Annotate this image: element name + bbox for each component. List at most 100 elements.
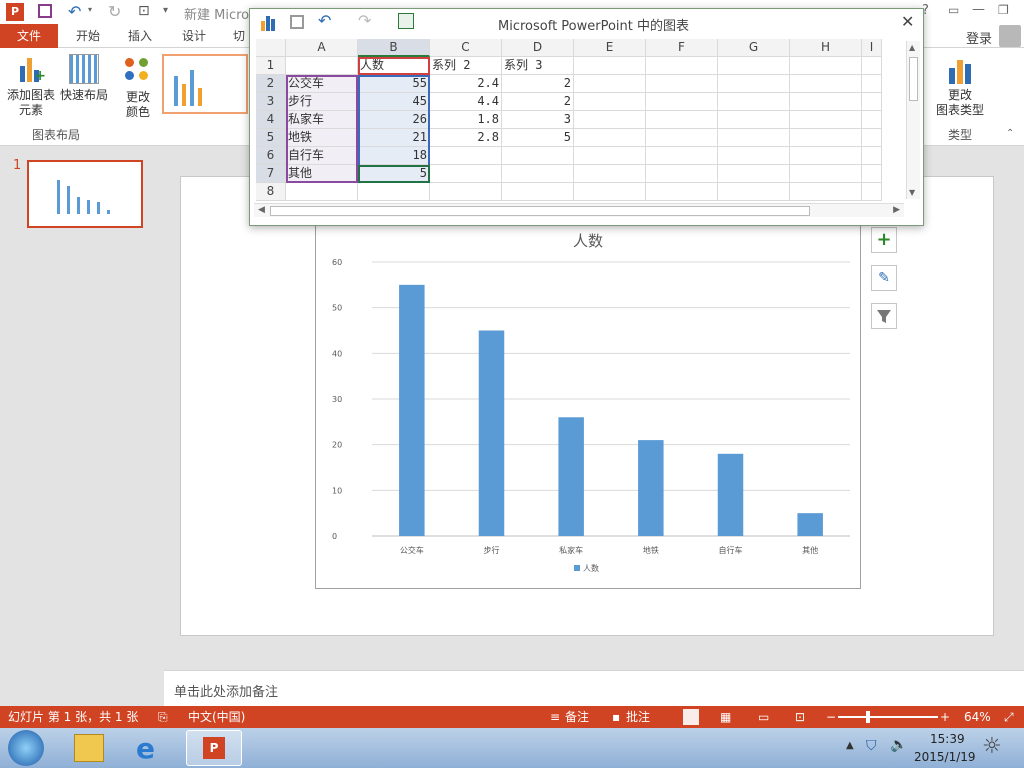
undo-dropdown-icon[interactable]: ▾ [88,5,92,14]
fit-to-window-icon[interactable]: ⤢ [1004,706,1014,728]
notes-button[interactable]: 备注 [565,706,589,728]
excel-close-icon[interactable]: ✕ [901,12,914,31]
table-cell[interactable] [718,183,790,201]
row-header[interactable]: 5 [256,129,286,147]
table-cell[interactable]: 步行 [286,93,358,111]
table-cell[interactable] [718,129,790,147]
chart-filters-button[interactable] [871,303,897,329]
table-cell[interactable] [646,165,718,183]
zoom-out-icon[interactable]: − [826,706,836,728]
vertical-scrollbar[interactable]: ▲ ▼ [906,41,920,199]
table-cell[interactable] [574,165,646,183]
customize-qat-icon[interactable]: ▾ [163,5,168,16]
table-cell[interactable]: 人数 [358,57,430,75]
table-cell[interactable]: 3 [502,111,574,129]
table-cell[interactable] [790,147,862,165]
table-cell[interactable]: 地铁 [286,129,358,147]
table-cell[interactable] [430,165,502,183]
table-cell[interactable]: 45 [358,93,430,111]
account-login[interactable]: 登录 [966,28,992,47]
table-cell[interactable] [646,147,718,165]
tab-file[interactable]: 文件 [0,24,58,48]
zoom-slider[interactable] [838,711,938,723]
table-cell[interactable]: 1.8 [430,111,502,129]
table-cell[interactable]: 4.4 [430,93,502,111]
horizontal-scrollbar[interactable]: ◀ ▶ [254,203,904,217]
zoom-level[interactable]: 64% [964,706,991,728]
row-header[interactable]: 2 [256,75,286,93]
table-cell[interactable] [790,93,862,111]
table-cell[interactable] [718,75,790,93]
table-cell[interactable]: 26 [358,111,430,129]
table-cell[interactable] [502,165,574,183]
table-cell[interactable]: 5 [358,165,430,183]
table-cell[interactable]: 55 [358,75,430,93]
table-cell[interactable] [646,183,718,201]
tab-insert[interactable]: 插入 [116,24,164,48]
bar[interactable] [638,440,664,536]
chart-style-gallery[interactable] [162,54,248,114]
ribbon-display-icon[interactable]: ▭ [948,3,959,17]
excel-undo-icon[interactable]: ↶ [318,11,331,30]
column-header[interactable]: D [502,39,574,57]
comments-button[interactable]: 批注 [626,706,650,728]
table-cell[interactable] [790,183,862,201]
table-cell[interactable] [862,147,882,165]
select-all-corner[interactable] [256,39,286,57]
table-cell[interactable]: 其他 [286,165,358,183]
excel-save-icon[interactable] [290,15,304,29]
start-button[interactable] [8,730,44,766]
reading-view-icon[interactable]: ▭ [758,706,769,728]
table-cell[interactable] [574,57,646,75]
powerpoint-taskbar-icon[interactable]: P [186,730,242,766]
table-cell[interactable] [286,183,358,201]
table-cell[interactable] [574,111,646,129]
table-cell[interactable] [430,183,502,201]
table-cell[interactable] [286,57,358,75]
bar[interactable] [478,330,505,537]
chart-frame[interactable]: 人数 0 10 20 30 40 50 60 公交车 步行 私家车 地铁 自行车 其他 人数 [315,223,861,589]
table-cell[interactable]: 2 [502,93,574,111]
normal-view-icon[interactable] [683,709,699,725]
column-header[interactable]: G [718,39,790,57]
table-cell[interactable] [718,147,790,165]
table-cell[interactable] [790,165,862,183]
table-cell[interactable]: 2.8 [430,129,502,147]
volume-icon[interactable]: 🔈 [890,737,907,753]
redo-icon[interactable]: ↻ [108,2,121,21]
row-header[interactable]: 4 [256,111,286,129]
excel-redo-icon[interactable]: ↷ [358,11,371,30]
column-header[interactable]: B [358,39,430,57]
weather-icon[interactable]: ☼ [982,734,1002,759]
row-header[interactable]: 1 [256,57,286,75]
restore-icon[interactable]: ❐ [998,3,1009,17]
table-cell[interactable]: 21 [358,129,430,147]
table-cell[interactable] [574,93,646,111]
tab-design[interactable]: 设计 [170,24,218,48]
notes-pane[interactable]: 单击此处添加备注 [164,670,1024,706]
table-cell[interactable] [862,183,882,201]
column-header[interactable]: H [790,39,862,57]
row-header[interactable]: 6 [256,147,286,165]
clock-date[interactable]: 2015/1/19 [914,750,976,764]
internet-explorer-icon[interactable]: e [136,732,155,765]
table-cell[interactable] [502,147,574,165]
file-explorer-icon[interactable] [74,734,104,762]
change-colors-button[interactable]: 更改 颜色 [120,54,156,120]
minimize-icon[interactable]: — [972,2,985,17]
slide-thumbnail[interactable] [27,160,143,228]
table-cell[interactable] [862,57,882,75]
table-cell[interactable]: 5 [502,129,574,147]
slide-sorter-icon[interactable]: ▦ [720,706,731,728]
quick-layout-button[interactable]: 快速布局 [58,54,110,103]
table-cell[interactable] [646,93,718,111]
tab-home[interactable]: 开始 [64,24,112,48]
table-cell[interactable] [646,129,718,147]
chart-elements-button[interactable]: + [871,227,897,253]
table-cell[interactable]: 自行车 [286,147,358,165]
table-cell[interactable] [862,111,882,129]
avatar-icon[interactable] [999,25,1021,47]
save-icon[interactable] [38,4,52,18]
chart[interactable]: 人数 0 10 20 30 40 50 60 公交车 步行 私家车 地铁 自行车 其他 人数 [316,224,860,588]
table-cell[interactable] [790,75,862,93]
